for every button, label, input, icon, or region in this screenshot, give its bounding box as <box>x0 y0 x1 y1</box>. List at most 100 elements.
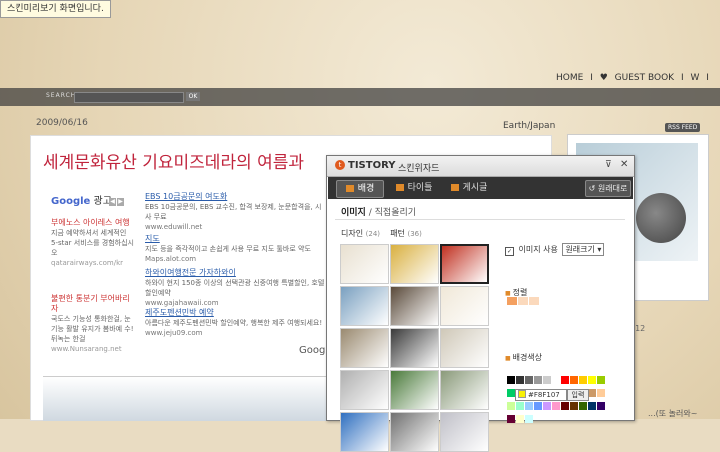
subtab-image[interactable]: 이미지 <box>341 208 366 218</box>
tab-title[interactable]: 타이틀 <box>391 180 437 196</box>
color-swatch[interactable] <box>516 415 524 423</box>
ad-block[interactable]: 지도 지도 등을 즉각적이고 손쉽게 사용 무료 지도 툴바로 약도 Maps.… <box>145 234 327 264</box>
bird-icon <box>636 193 686 243</box>
blog-search-bar: SEARCH OK <box>0 88 720 106</box>
color-swatch[interactable] <box>525 376 533 384</box>
color-swatch[interactable] <box>525 402 533 410</box>
color-swatch[interactable] <box>507 376 515 384</box>
background-thumbnail[interactable] <box>390 286 439 326</box>
background-thumbnail[interactable] <box>440 286 489 326</box>
image-filter: 디자인 (24) 패턴 (36) <box>341 228 422 239</box>
background-thumbnail[interactable] <box>390 328 439 368</box>
ad-url[interactable]: qatarairways.com/kr <box>51 258 135 268</box>
search-ok-button[interactable]: OK <box>186 92 200 101</box>
post-icon <box>450 184 459 191</box>
align-right[interactable] <box>529 297 539 305</box>
use-image-option: ✓ 이미지 사용 원래크기 ▾ <box>505 243 605 256</box>
color-swatch[interactable] <box>552 402 560 410</box>
minimize-icon[interactable]: ⊽ <box>605 160 612 170</box>
search-input[interactable] <box>74 92 184 103</box>
ad-title[interactable]: 지도 <box>145 234 327 244</box>
nav-w-link[interactable]: W <box>690 73 699 83</box>
ad-title[interactable]: 제주도펜션민박 예약 <box>145 308 327 318</box>
align-left[interactable] <box>507 297 517 305</box>
background-thumbnail[interactable] <box>440 412 489 452</box>
apply-button[interactable]: 입력 <box>567 389 589 401</box>
color-swatch[interactable] <box>516 376 524 384</box>
ad-title[interactable]: 부에노스 아이레스 여행 <box>51 218 135 228</box>
color-swatch[interactable] <box>561 402 569 410</box>
ad-url[interactable]: Maps.alot.com <box>145 254 327 264</box>
color-swatch[interactable] <box>597 389 605 397</box>
ad-desc: 아름다운 제주도펜션민박 할인예약, 행복한 제주 여행되세요! <box>145 319 323 327</box>
color-swatch[interactable] <box>534 376 542 384</box>
ad-url[interactable]: www.gajahawaii.com <box>145 298 327 308</box>
color-swatch[interactable] <box>588 389 596 397</box>
color-swatch[interactable] <box>552 376 560 384</box>
color-swatch[interactable] <box>543 376 551 384</box>
color-swatch[interactable] <box>507 389 515 397</box>
category-link[interactable]: Earth/Japan <box>503 121 555 131</box>
background-thumbnail[interactable] <box>440 370 489 410</box>
color-swatch[interactable] <box>597 376 605 384</box>
ad-url[interactable]: www.eduwill.net <box>145 222 327 232</box>
background-thumbnail[interactable] <box>340 244 389 284</box>
background-thumbnail[interactable] <box>390 412 439 452</box>
ad-block[interactable]: 하와이여행전문 가자하와이 하와이 현지 150종 이상의 선택관광 신중여행 … <box>145 268 327 308</box>
color-swatch[interactable] <box>597 402 605 410</box>
color-swatch[interactable] <box>579 376 587 384</box>
ad-block[interactable]: 불편한 통분기 부어바리자 국도스 기능성 통화한걸, 눈기능 활발 유지가 봄… <box>51 294 135 354</box>
background-thumbnail[interactable] <box>340 328 389 368</box>
wizard-header[interactable]: t TISTORY 스킨위자드 ⊽ ✕ <box>327 156 634 177</box>
ad-title[interactable]: 불편한 통분기 부어바리자 <box>51 294 135 314</box>
background-thumbnail[interactable] <box>440 328 489 368</box>
color-swatch[interactable] <box>588 402 596 410</box>
wizard-title: 스킨위자드 <box>398 164 440 174</box>
subtab-upload[interactable]: 직접올리기 <box>375 208 416 218</box>
color-swatch[interactable] <box>507 415 515 423</box>
background-thumbnail[interactable] <box>440 244 489 284</box>
color-swatch[interactable] <box>525 415 533 423</box>
nav-separator: I <box>590 73 593 83</box>
color-swatch[interactable] <box>507 402 515 410</box>
close-icon[interactable]: ✕ <box>620 159 628 170</box>
ad-url[interactable]: www.Nunsarang.net <box>51 344 135 354</box>
background-thumbnail[interactable] <box>390 244 439 284</box>
color-swatch[interactable] <box>543 402 551 410</box>
color-swatch[interactable] <box>570 402 578 410</box>
nav-home-link[interactable]: HOME <box>556 73 583 83</box>
tab-background[interactable]: 배경 <box>336 180 384 198</box>
color-swatch[interactable] <box>570 376 578 384</box>
use-image-label: 이미지 사용 <box>518 245 558 254</box>
size-select[interactable]: 원래크기 ▾ <box>562 243 605 256</box>
chevron-left-icon[interactable]: ◀ <box>109 198 116 206</box>
color-swatch[interactable] <box>588 376 596 384</box>
background-thumbnail[interactable] <box>390 370 439 410</box>
background-thumbnail[interactable] <box>340 412 389 452</box>
nav-guestbook-link[interactable]: GUEST BOOK <box>615 73 674 83</box>
google-ads-label: Google 광고 <box>51 192 112 207</box>
filter-design[interactable]: 디자인 <box>341 229 363 238</box>
rss-feed-button[interactable]: RSS FEED <box>665 123 701 132</box>
tab-post[interactable]: 게시글 <box>446 180 492 196</box>
post-title[interactable]: 세계문화유산 기요미즈데라의 여름과 <box>43 148 304 173</box>
hex-input[interactable]: #F8F107 <box>515 389 567 401</box>
use-image-checkbox[interactable]: ✓ <box>505 247 514 256</box>
ad-url[interactable]: www.jeju09.com <box>145 328 327 338</box>
color-swatch[interactable] <box>579 402 587 410</box>
ad-block[interactable]: 제주도펜션민박 예약 아름다운 제주도펜션민박 할인예약, 행복한 제주 여행되… <box>145 308 327 338</box>
ad-title[interactable]: EBS 10금공문의 여도화 <box>145 192 327 202</box>
color-swatch[interactable] <box>561 376 569 384</box>
chevron-right-icon[interactable]: ▶ <box>117 198 124 206</box>
filter-pattern[interactable]: 패턴 <box>390 229 405 238</box>
ad-block[interactable]: EBS 10금공문의 여도화 EBS 10금공문의, EBS 교수진, 합격 보… <box>145 192 327 232</box>
reset-button[interactable]: ↺ 원래대로 <box>585 180 631 197</box>
align-center[interactable] <box>518 297 528 305</box>
ad-block[interactable]: 부에노스 아이레스 여행 지금 예약하셔서 세계적인 5-star 서비스를 경… <box>51 218 135 268</box>
ad-title[interactable]: 하와이여행전문 가자하와이 <box>145 268 327 278</box>
color-swatch[interactable] <box>516 402 524 410</box>
background-thumbnail[interactable] <box>340 370 389 410</box>
heart-icon: ♥ <box>599 73 608 83</box>
color-swatch[interactable] <box>534 402 542 410</box>
background-thumbnail[interactable] <box>340 286 389 326</box>
